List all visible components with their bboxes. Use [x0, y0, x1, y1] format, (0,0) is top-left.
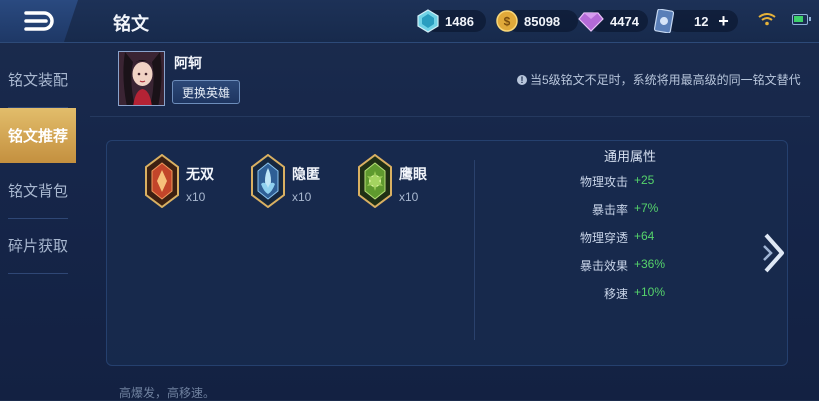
sidebar-item-label: 碎片获取 — [7, 238, 68, 255]
rune-item[interactable]: 无双 x10 — [144, 154, 214, 208]
ticket-value: 12 — [694, 13, 709, 29]
rune-name: 隐匿 — [292, 166, 320, 182]
stats-title: 通用属性 — [603, 149, 656, 164]
diamond-icon — [578, 12, 604, 32]
panel-divider — [474, 160, 475, 340]
rune-name: 鹰眼 — [399, 166, 427, 182]
sidebar-item-label: 铭文推荐 — [7, 128, 68, 145]
header-divider — [90, 116, 810, 117]
rune-blue-icon — [251, 154, 285, 208]
crystal-icon — [417, 9, 439, 33]
gold-coin-icon: $ — [496, 10, 518, 32]
gold-value: 85098 — [524, 13, 561, 29]
stat-value: +7% — [634, 201, 659, 215]
hint-message: ! 当5级铭文不足时，系统将用最高级的同一铭文替代 — [517, 71, 801, 88]
crystal-value: 1486 — [445, 13, 474, 29]
stat-name: 暴击效果 — [579, 259, 628, 273]
stat-row: 暴击效果 +36% — [538, 257, 665, 275]
sidebar-divider — [8, 273, 68, 274]
rune-item[interactable]: 鹰眼 x10 — [357, 154, 427, 208]
crystal-counter: 1486 — [417, 8, 474, 34]
rune-count: x10 — [186, 190, 206, 204]
stat-row: 暴击率 +7% — [538, 201, 658, 219]
change-hero-button[interactable]: 更换英雄 — [172, 80, 240, 104]
stat-value: +64 — [634, 229, 655, 243]
stat-name: 物理穿透 — [579, 231, 628, 245]
ticket-card-icon — [654, 9, 674, 33]
sidebar-item-label: 铭文背包 — [7, 183, 68, 200]
sidebar-item-rune-bag[interactable]: 铭文背包 — [0, 163, 76, 218]
stat-name: 物理攻击 — [579, 175, 628, 189]
rune-green-icon — [358, 154, 392, 208]
add-ticket-button[interactable]: + — [714, 11, 732, 31]
sidebar-item-shard-obtain[interactable]: 碎片获取 — [0, 218, 76, 273]
rune-description: 高爆发，高移速。 — [119, 386, 216, 400]
stat-value: +10% — [634, 285, 666, 299]
wifi-icon — [758, 13, 776, 26]
rune-count: x10 — [399, 190, 419, 204]
top-bar: 铭文 1486 $ 85098 4474 12 + — [0, 0, 819, 43]
next-arrow-icon[interactable] — [762, 232, 786, 274]
stat-row: 物理穿透 +64 — [538, 229, 654, 247]
hero-portrait[interactable] — [118, 51, 165, 106]
rune-name: 无双 — [186, 166, 214, 182]
gold-counter: $ 85098 — [496, 8, 560, 34]
diamond-value: 4474 — [610, 13, 639, 29]
sidebar-item-rune-equip[interactable]: 铭文装配 — [0, 52, 76, 107]
stat-value: +36% — [634, 257, 666, 271]
hero-portrait-image — [119, 52, 164, 105]
stat-row: 移速 +10% — [538, 285, 665, 303]
rune-red-icon — [145, 154, 179, 208]
sidebar-item-rune-recommend[interactable]: 铭文推荐 — [0, 108, 76, 163]
info-icon: ! — [517, 74, 527, 85]
ticket-counter: 12 + — [654, 8, 732, 34]
battery-icon — [792, 14, 811, 25]
rune-item[interactable]: 隐匿 x10 — [250, 154, 320, 208]
sidebar: 铭文装配 铭文推荐 铭文背包 碎片获取 — [0, 42, 76, 400]
diamond-counter: 4474 — [578, 8, 639, 34]
back-button[interactable] — [0, 0, 78, 42]
page-title: 铭文 — [113, 14, 149, 34]
hero-name: 阿轲 — [174, 55, 202, 71]
stat-name: 移速 — [603, 287, 628, 301]
hint-text: 当5级铭文不足时，系统将用最高级的同一铭文替代 — [530, 73, 801, 87]
svg-text:$: $ — [504, 15, 511, 29]
stat-row: 物理攻击 +25 — [538, 173, 654, 191]
rune-count: x10 — [292, 190, 312, 204]
sidebar-item-label: 铭文装配 — [7, 72, 68, 89]
back-arrow-icon — [24, 11, 54, 31]
stat-name: 暴击率 — [591, 203, 628, 217]
stat-value: +25 — [634, 173, 655, 187]
